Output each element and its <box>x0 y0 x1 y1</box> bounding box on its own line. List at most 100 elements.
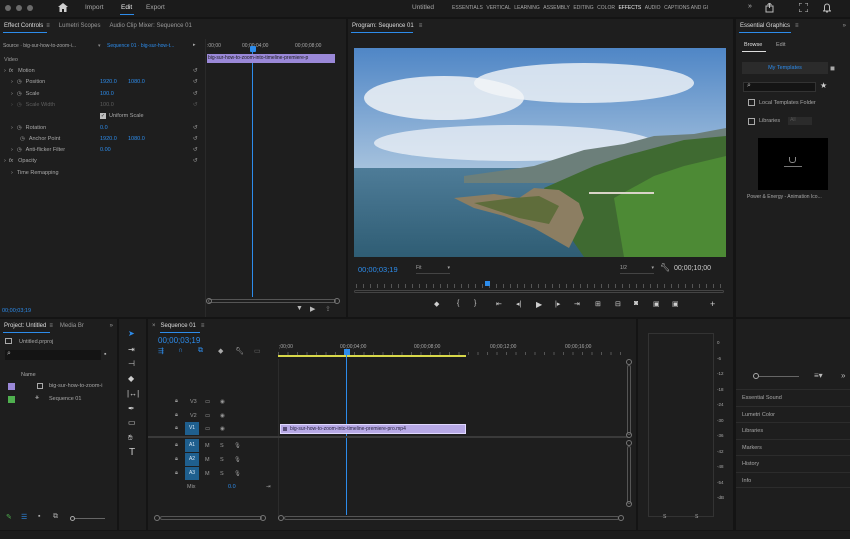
timeline-timecode[interactable]: 00;00;03;19 <box>158 336 200 345</box>
reset-icon[interactable]: ↺ <box>193 147 198 153</box>
more-panels-icon[interactable]: » <box>110 323 113 329</box>
mute-button[interactable]: M <box>205 471 210 477</box>
captions-icon[interactable]: ▭ <box>254 347 261 355</box>
track-select-tool-icon[interactable]: ⇥ <box>128 345 135 354</box>
my-templates-tab[interactable]: My Templates <box>742 62 828 74</box>
panel-item-essential-sound[interactable]: Essential Sound <box>736 389 850 406</box>
expand-arrow-icon[interactable]: › <box>11 79 13 85</box>
template-thumbnail[interactable] <box>758 138 828 190</box>
panel-menu-icon[interactable]: ≡ <box>795 23 799 29</box>
solo-right-button[interactable]: S <box>695 514 698 520</box>
uniform-scale-checkbox[interactable]: ✓ <box>100 113 106 119</box>
more-icon[interactable]: » <box>841 371 845 380</box>
window-close-dot[interactable] <box>5 5 11 11</box>
h-scroll-handle-right[interactable] <box>260 515 266 521</box>
adobe-stock-tab-icon[interactable]: ◼ <box>830 65 835 72</box>
filter-icon[interactable]: ▼ <box>296 305 303 312</box>
a-scroll-handle-bottom[interactable] <box>626 501 632 507</box>
favorites-star-icon[interactable]: ★ <box>820 81 827 90</box>
program-video-frame[interactable] <box>354 48 726 257</box>
panel-item-history[interactable]: History <box>736 455 850 472</box>
mute-button[interactable]: M <box>205 457 210 463</box>
timeline-ruler[interactable]: ;00;00 00;00;04;00 00;00;08;00 00;00;12;… <box>278 339 626 357</box>
track-output-icon[interactable]: ▭ <box>205 399 210 405</box>
linked-selection-icon[interactable]: ⧉ <box>198 347 203 355</box>
position-y-value[interactable]: 1080.0 <box>128 79 145 85</box>
track-target-toggle[interactable]: A3 <box>185 467 199 480</box>
track-eye-icon[interactable]: ◉ <box>220 413 225 419</box>
local-templates-checkbox[interactable] <box>748 99 755 106</box>
v-scroll-track[interactable] <box>627 365 631 435</box>
rotation-value[interactable]: 0.0 <box>100 125 108 131</box>
tab-project[interactable]: Project: Untitled <box>4 323 46 329</box>
reset-icon[interactable]: ↺ <box>193 79 198 85</box>
track-header-a3[interactable]: 🔒︎ A3 M S 🎙︎ <box>168 467 278 480</box>
play-button[interactable]: ▶ <box>536 300 542 309</box>
expand-arrow-icon[interactable]: › <box>11 125 13 131</box>
reset-icon[interactable]: ↺ <box>193 91 198 97</box>
play-only-icon[interactable]: ▸ <box>193 42 196 48</box>
wrench-icon[interactable]: 🔧︎ <box>660 263 670 272</box>
workspace-tab-active[interactable]: EFFECTS <box>618 5 641 11</box>
effect-timecode[interactable]: 00;00;03;19 <box>2 308 31 314</box>
home-icon[interactable] <box>58 3 68 12</box>
extract-icon[interactable]: ⊟ <box>615 300 621 308</box>
ripple-edit-tool-icon[interactable]: ⊣ <box>128 359 135 368</box>
tab-edit[interactable]: Edit <box>776 42 785 48</box>
project-list-item[interactable]: big-sur-how-to-zoom-i <box>0 381 117 393</box>
track-lock-icon[interactable]: 🔒︎ <box>175 470 178 477</box>
track-header-a2[interactable]: 🔒︎ A2 M S 🎙︎ <box>168 453 278 466</box>
slip-tool-icon[interactable]: |↔| <box>127 389 139 398</box>
expand-arrow-icon[interactable]: › <box>11 147 13 153</box>
go-to-out-icon[interactable]: ⇥ <box>574 300 580 308</box>
expand-arrow-icon[interactable]: › <box>4 158 6 164</box>
panel-menu-icon[interactable]: ≡ <box>46 23 50 29</box>
add-marker-icon[interactable]: ◆ <box>434 300 439 308</box>
window-zoom-dot[interactable] <box>27 5 33 11</box>
pencil-icon[interactable]: ✎ <box>6 513 12 521</box>
anti-flicker-value[interactable]: 0.00 <box>100 147 111 153</box>
h-scroll-track[interactable] <box>160 516 262 520</box>
track-header-v2[interactable]: 🔒︎ V2 ▭ ◉ <box>168 410 278 421</box>
microphone-icon[interactable]: 🎙︎ <box>234 443 241 449</box>
effect-clip-bar[interactable]: big-sur-how-to-zoom-into-timeline-premie… <box>207 54 335 63</box>
source-label[interactable]: Source · big-sur-how-to-zoom-i... <box>3 43 76 49</box>
timeline-title[interactable]: Sequence 01 <box>161 323 196 329</box>
work-area-bar[interactable] <box>278 355 466 357</box>
track-target-toggle[interactable]: V1 <box>185 422 199 435</box>
program-zoom-scrollbar[interactable] <box>354 290 724 293</box>
step-back-icon[interactable]: ◂| <box>516 300 521 308</box>
zoom-slider-track[interactable] <box>75 518 105 519</box>
track-lock-icon[interactable]: 🔒︎ <box>175 398 178 405</box>
program-playhead[interactable] <box>485 281 490 286</box>
scroll-handle-left[interactable] <box>206 298 212 304</box>
quick-export-icon[interactable] <box>765 3 774 13</box>
tab-lumetri-scopes[interactable]: Lumetri Scopes <box>59 23 101 29</box>
slider-track[interactable] <box>759 376 799 377</box>
go-to-end-icon[interactable]: ⇥ <box>266 484 271 490</box>
reset-icon[interactable]: ↺ <box>193 68 198 74</box>
stopwatch-icon[interactable]: ◷ <box>20 136 25 142</box>
position-x-value[interactable]: 1920.0 <box>100 79 117 85</box>
track-eye-icon[interactable]: ◉ <box>220 399 225 405</box>
libraries-checkbox[interactable] <box>748 117 755 125</box>
program-title[interactable]: Program: Sequence 01 <box>352 23 414 29</box>
panel-item-lumetri-color[interactable]: Lumetri Color <box>736 405 850 423</box>
program-timecode[interactable]: 00;00;03;19 <box>358 265 398 274</box>
fit-dropdown[interactable]: Fit ▾ <box>416 265 450 274</box>
fullscreen-icon[interactable] <box>799 3 808 12</box>
track-output-icon[interactable]: ▭ <box>205 413 210 419</box>
panel-menu-icon[interactable]: ≡ <box>201 323 205 329</box>
time-remapping-row[interactable]: › Time Remapping <box>11 170 204 176</box>
tab-browse[interactable]: Browse <box>744 42 762 48</box>
playhead-marker[interactable] <box>250 46 256 52</box>
edit-tab[interactable]: Edit <box>121 4 132 11</box>
template-search-input[interactable] <box>743 82 816 92</box>
go-to-in-icon[interactable]: ⇤ <box>496 300 502 308</box>
stopwatch-icon[interactable]: ◷ <box>17 147 22 153</box>
pen-tool-icon[interactable]: ✒ <box>128 404 135 413</box>
rectangle-tool-icon[interactable]: ▭ <box>128 418 136 427</box>
reset-icon[interactable]: ↺ <box>193 136 198 142</box>
reset-icon[interactable]: ↺ <box>193 125 198 131</box>
list-options-icon[interactable]: ≡▾ <box>814 371 823 380</box>
